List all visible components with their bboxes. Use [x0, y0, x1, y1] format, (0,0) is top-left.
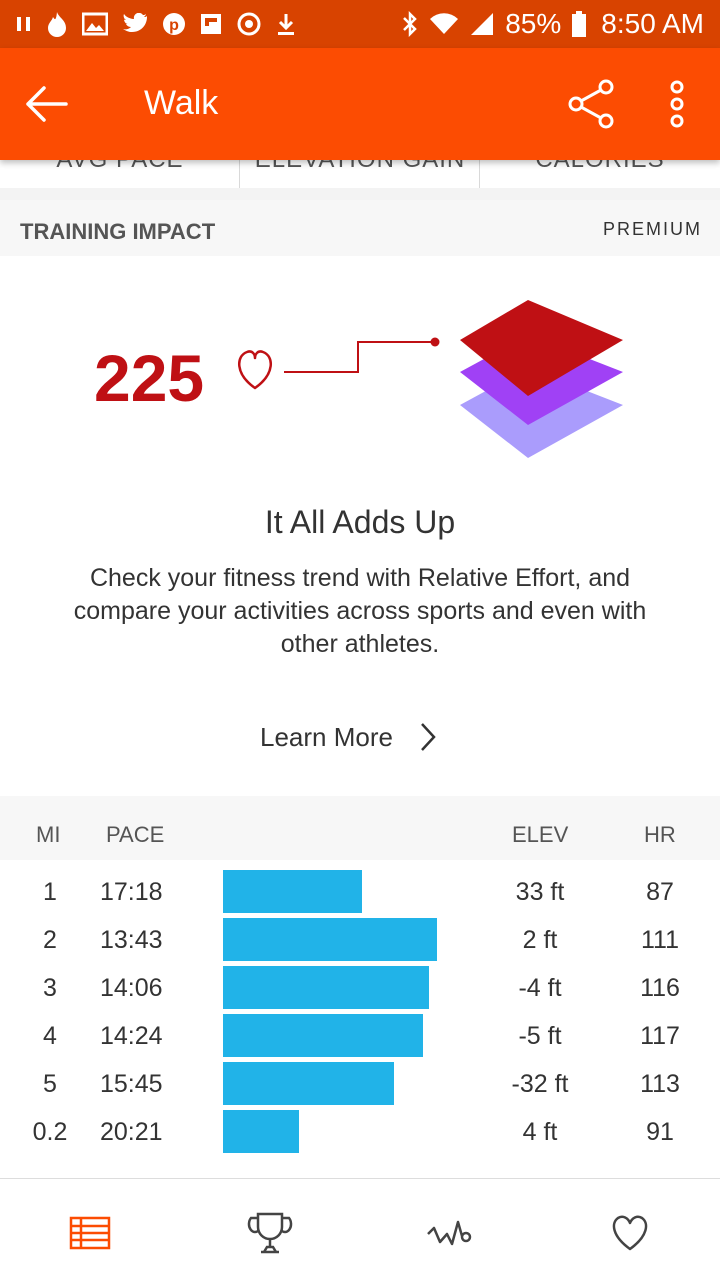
download-icon	[276, 12, 296, 36]
nav-achievements[interactable]	[246, 1209, 294, 1257]
share-icon	[568, 79, 614, 129]
pace-bar	[223, 1062, 394, 1105]
pause-icon	[16, 15, 32, 33]
training-impact-header: TRAINING IMPACT PREMIUM	[0, 200, 720, 256]
back-button[interactable]	[22, 80, 70, 128]
split-elev: 4 ft	[522, 1118, 558, 1146]
split-elev: -4 ft	[518, 974, 562, 1002]
signal-icon	[469, 11, 495, 37]
battery-percent: 85%	[505, 8, 562, 39]
section-gap	[0, 188, 720, 200]
learn-more-link[interactable]: Learn More	[260, 714, 460, 760]
clock: 8:50 AM	[601, 8, 704, 39]
splits-icon	[69, 1216, 111, 1250]
split-elev: 33 ft	[515, 878, 565, 906]
twitter-icon	[122, 13, 148, 35]
split-hr: 117	[640, 1022, 680, 1050]
split-mile: 0.2	[32, 1118, 68, 1146]
column-header-elev: ELEV	[512, 822, 569, 847]
split-hr: 116	[640, 974, 680, 1002]
pace-bar	[223, 918, 437, 961]
split-pace: 14:24	[100, 1022, 163, 1050]
split-mile: 4	[43, 1022, 57, 1050]
pace-bar	[223, 966, 429, 1009]
split-row: 0.2 20:21 4 ft 91	[0, 1108, 720, 1156]
promo-description: Check your fitness trend with Relative E…	[73, 564, 647, 658]
trophy-icon	[247, 1212, 293, 1254]
split-elev: -32 ft	[511, 1070, 569, 1098]
column-header-mi: MI	[36, 822, 61, 847]
flipboard-icon	[200, 13, 222, 35]
section-title: TRAINING IMPACT	[20, 219, 216, 244]
heart-icon	[238, 350, 272, 390]
relative-effort-score: 225	[94, 341, 205, 415]
split-row: 3 14:06 -4 ft 116	[0, 964, 720, 1012]
status-bar: p 85% 8:50 AM	[0, 0, 720, 48]
stat-calories: CALORIES	[480, 160, 720, 188]
more-options-button[interactable]	[662, 78, 692, 130]
split-row: 1 17:18 33 ft 87	[0, 868, 720, 916]
pace-bar	[223, 870, 362, 913]
stat-label: ELEVATION GAIN	[240, 160, 480, 174]
analysis-icon	[427, 1220, 472, 1246]
image-icon	[82, 12, 108, 36]
split-elev: -5 ft	[518, 1022, 562, 1050]
split-row: 4 14:24 -5 ft 117	[0, 1012, 720, 1060]
more-vert-icon	[670, 80, 684, 128]
split-pace: 15:45	[100, 1070, 163, 1098]
column-header-pace: PACE	[106, 822, 165, 847]
stat-label: CALORIES	[480, 160, 720, 174]
sync-icon	[236, 11, 262, 37]
column-header-hr: HR	[644, 822, 676, 847]
stat-label: AVG PACE	[0, 160, 240, 174]
bluetooth-icon	[401, 11, 419, 37]
bottom-nav	[0, 1178, 720, 1280]
stat-avg-pace: AVG PACE	[0, 160, 240, 188]
battery-icon	[571, 10, 587, 38]
pinterest-icon: p	[162, 12, 186, 36]
learn-more-label: Learn More	[260, 721, 393, 752]
split-pace: 13:43	[100, 926, 163, 954]
split-hr: 111	[640, 926, 679, 954]
split-row: 5 15:45 -32 ft 113	[0, 1060, 720, 1108]
split-hr: 91	[646, 1118, 674, 1146]
split-mile: 2	[43, 926, 57, 954]
split-mile: 5	[43, 1070, 57, 1098]
split-pace: 17:18	[100, 878, 163, 906]
splits-header: MI PACE ELEV HR	[0, 796, 720, 860]
pace-bar	[223, 1014, 423, 1057]
split-row: 2 13:43 2 ft 111	[0, 916, 720, 964]
arrow-left-icon	[26, 86, 68, 122]
split-mile: 1	[43, 878, 57, 906]
nav-splits[interactable]	[66, 1209, 114, 1257]
share-button[interactable]	[566, 78, 618, 130]
nav-heart-rate[interactable]	[606, 1209, 654, 1257]
heart-icon	[612, 1215, 648, 1251]
wifi-icon	[429, 12, 459, 36]
split-elev: 2 ft	[522, 926, 558, 954]
nav-analysis[interactable]	[426, 1209, 474, 1257]
split-hr: 87	[646, 878, 674, 906]
relative-effort-illustration	[238, 300, 623, 458]
svg-text:p: p	[169, 17, 179, 34]
split-hr: 113	[640, 1070, 680, 1098]
page-title: Walk	[144, 84, 219, 122]
stat-elevation-gain: ELEVATION GAIN	[240, 160, 480, 188]
split-pace: 14:06	[100, 974, 163, 1002]
chevron-right-icon	[421, 723, 436, 751]
pace-bar	[223, 1110, 299, 1153]
promo-title: It All Adds Up	[264, 504, 456, 540]
split-pace: 20:21	[100, 1118, 163, 1146]
app-bar: Walk	[0, 48, 720, 160]
stats-row: AVG PACE ELEVATION GAIN CALORIES	[0, 160, 720, 188]
split-mile: 3	[43, 974, 57, 1002]
premium-badge: PREMIUM	[603, 219, 702, 239]
tinder-icon	[46, 11, 68, 37]
